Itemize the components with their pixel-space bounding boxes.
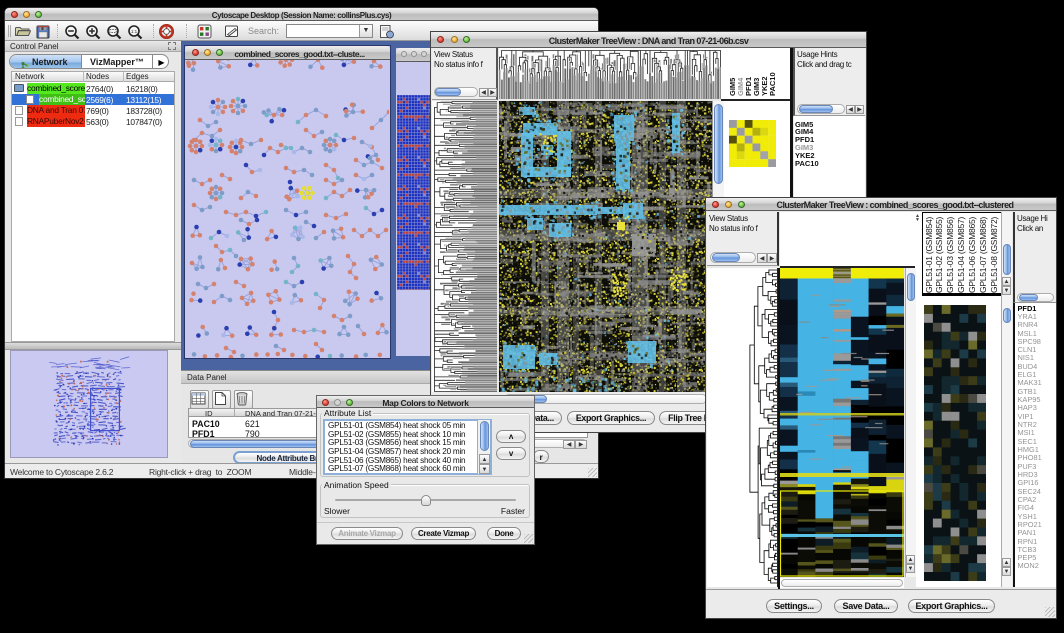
svg-text:1:1: 1:1 [131,29,138,34]
